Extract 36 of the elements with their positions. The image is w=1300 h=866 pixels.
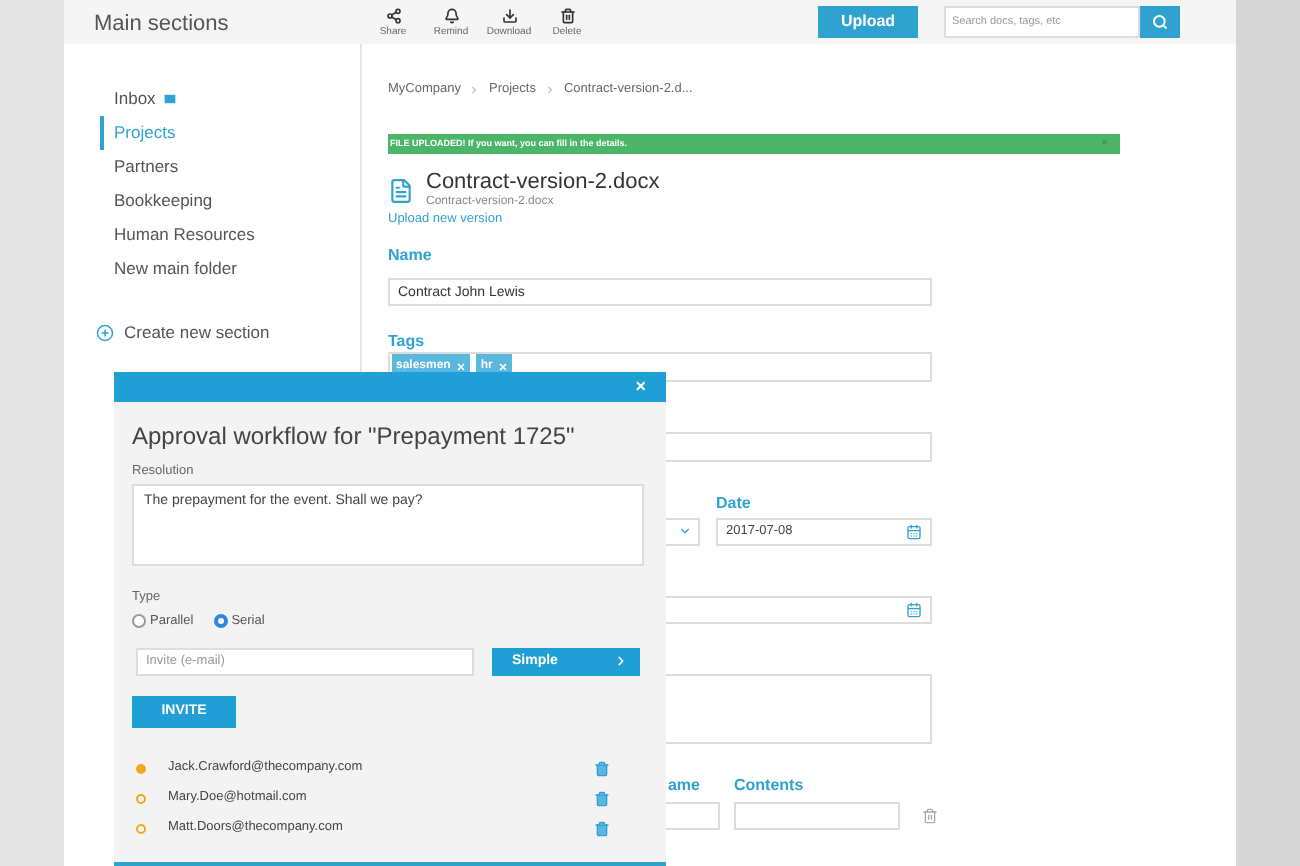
- field-label: Date: [716, 495, 753, 511]
- field-label: Contents: [734, 777, 806, 793]
- radio-button[interactable]: [213, 614, 228, 629]
- field-label: ame: [667, 777, 702, 793]
- plus-icon: [96, 323, 114, 342]
- radio-button[interactable]: [132, 614, 146, 629]
- trash-icon: [559, 7, 575, 23]
- sidebar-item[interactable]: New main folder: [100, 252, 360, 286]
- remove-icon[interactable]: [456, 361, 467, 371]
- create-section-button[interactable]: Create new section: [96, 320, 270, 346]
- document-title: Contract-version-2.docx: [426, 172, 660, 194]
- field-label: Name: [388, 245, 432, 263]
- sidebar-item[interactable]: Human Resources: [100, 218, 360, 252]
- calendar-icon: [906, 601, 922, 617]
- field-label: Tags: [388, 331, 425, 349]
- share-icon: [385, 7, 401, 23]
- trash-icon[interactable]: [594, 819, 610, 837]
- chevron-down-icon: [678, 524, 692, 538]
- sidebar-item[interactable]: Bookkeeping: [100, 184, 360, 218]
- tray-icon: [501, 7, 517, 23]
- sidebar-item[interactable]: Inbox: [100, 82, 360, 116]
- search-button[interactable]: [1140, 6, 1180, 38]
- dialog-title: Approval workflow for "Prepayment 1725": [132, 422, 575, 450]
- text-field[interactable]: [734, 801, 900, 829]
- trash-icon[interactable]: [922, 807, 938, 823]
- chevron-icon: [543, 84, 556, 96]
- chevron-icon: [468, 84, 481, 96]
- calendar-icon: [906, 523, 922, 539]
- sidebar-item[interactable]: Partners: [100, 150, 360, 184]
- chevron-icon: [614, 654, 628, 669]
- section-title: Main sections: [94, 12, 229, 36]
- search-icon: [1152, 14, 1168, 30]
- trash-icon[interactable]: [594, 759, 610, 777]
- bell-icon: [443, 7, 459, 23]
- remove-icon[interactable]: [498, 361, 509, 371]
- trash-icon[interactable]: [594, 789, 610, 807]
